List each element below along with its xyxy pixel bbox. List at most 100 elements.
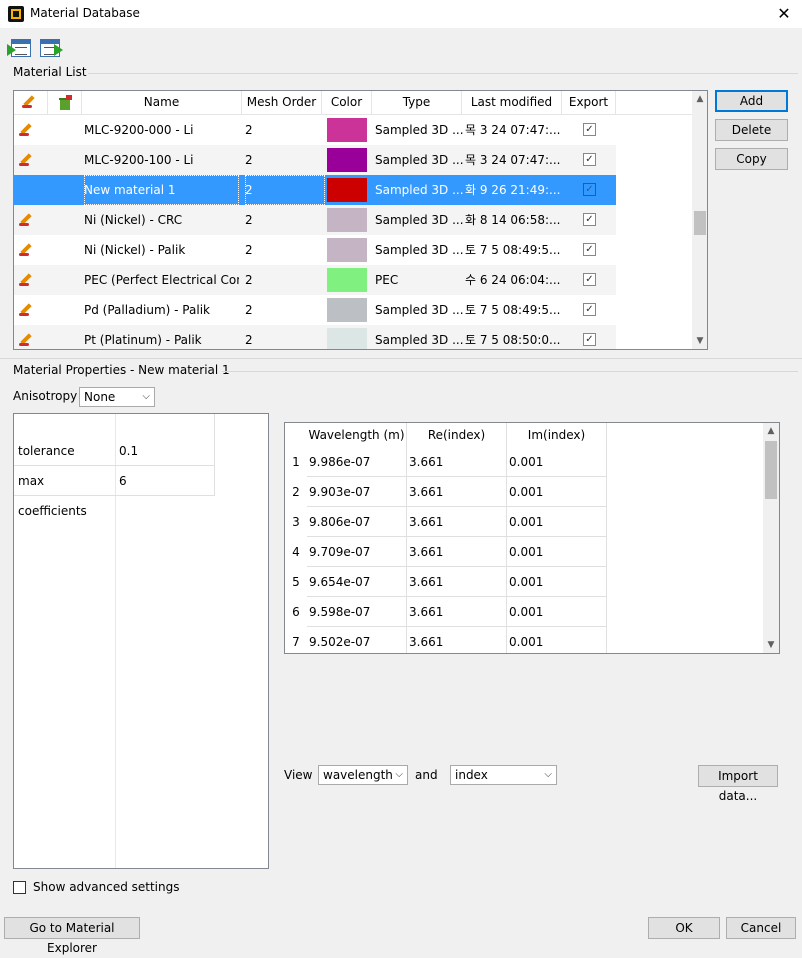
color-swatch[interactable] bbox=[327, 328, 367, 349]
table-row[interactable]: New material 1 2 Sampled 3D ... 화 9 26 21:4… bbox=[14, 175, 616, 205]
export-list-icon[interactable] bbox=[38, 36, 63, 60]
go-to-material-explorer-button[interactable]: Go to Material Explorer bbox=[4, 917, 140, 955]
wavelength-cell[interactable]: 9.654e-07 bbox=[307, 567, 407, 597]
mesh-order[interactable]: 2 bbox=[245, 205, 325, 235]
param-value-max-coefficients[interactable]: 6 bbox=[115, 466, 214, 496]
wavelength-cell[interactable]: 9.986e-07 bbox=[307, 447, 407, 477]
re-index-cell[interactable]: 3.661 bbox=[407, 507, 507, 537]
table-row[interactable]: Ni (Nickel) - Palik 2 Sampled 3D ... 토 7 5 … bbox=[14, 235, 616, 265]
pencil-icon[interactable] bbox=[19, 213, 33, 227]
im-index-cell[interactable]: 0.001 bbox=[507, 477, 607, 507]
im-index-cell[interactable]: 0.001 bbox=[507, 567, 607, 597]
view-y-select[interactable]: index ⌵ bbox=[450, 765, 557, 785]
mesh-order[interactable]: 2 bbox=[245, 175, 325, 205]
material-name[interactable]: Pt (Platinum) - Palik bbox=[84, 325, 239, 349]
im-index-cell[interactable]: 0.001 bbox=[507, 597, 607, 627]
pencil-icon[interactable] bbox=[19, 303, 33, 317]
material-name[interactable]: PEC (Perfect Electrical Con... bbox=[84, 265, 239, 295]
im-index-cell[interactable]: 0.001 bbox=[507, 537, 607, 567]
header-export[interactable]: Export bbox=[562, 91, 616, 115]
mesh-order[interactable]: 2 bbox=[245, 115, 325, 145]
sampled-data-table[interactable]: Wavelength (m) Re(index) Im(index) 1 9.98… bbox=[284, 422, 780, 654]
view-x-select[interactable]: wavelength ⌵ bbox=[318, 765, 408, 785]
header-last-modified[interactable]: Last modified bbox=[462, 91, 562, 115]
table-row[interactable]: Pt (Platinum) - Palik 2 Sampled 3D ... 토 7 … bbox=[14, 325, 616, 349]
re-index-cell[interactable]: 3.661 bbox=[407, 447, 507, 477]
material-name[interactable]: Pd (Palladium) - Palik bbox=[84, 295, 239, 325]
re-index-cell[interactable]: 3.661 bbox=[407, 627, 507, 653]
table-row[interactable]: MLC-9200-100 - Li 2 Sampled 3D ... 목 3 24 0… bbox=[14, 145, 616, 175]
table-row[interactable]: MLC-9200-000 - Li 2 Sampled 3D ... 목 3 24 0… bbox=[14, 115, 616, 145]
im-index-cell[interactable]: 0.001 bbox=[507, 507, 607, 537]
export-checkbox[interactable]: ✓ bbox=[583, 303, 596, 316]
table-row[interactable]: 6 9.598e-07 3.661 0.001 bbox=[285, 597, 607, 627]
material-name[interactable]: Ni (Nickel) - Palik bbox=[84, 235, 239, 265]
re-index-cell[interactable]: 3.661 bbox=[407, 477, 507, 507]
cancel-button[interactable]: Cancel bbox=[726, 917, 796, 939]
mesh-order[interactable]: 2 bbox=[245, 265, 325, 295]
header-re-index[interactable]: Re(index) bbox=[407, 423, 507, 447]
table-row[interactable]: Pd (Palladium) - Palik 2 Sampled 3D ... 토 7… bbox=[14, 295, 616, 325]
color-swatch[interactable] bbox=[327, 178, 367, 202]
color-swatch[interactable] bbox=[327, 268, 367, 292]
scroll-thumb[interactable] bbox=[694, 211, 706, 235]
header-color[interactable]: Color bbox=[322, 91, 372, 115]
im-index-cell[interactable]: 0.001 bbox=[507, 627, 607, 653]
export-checkbox[interactable]: ✓ bbox=[583, 333, 596, 346]
re-index-cell[interactable]: 3.661 bbox=[407, 597, 507, 627]
material-list[interactable]: Name Mesh Order Color Type Last modified… bbox=[13, 90, 708, 350]
scroll-thumb[interactable] bbox=[765, 441, 777, 499]
table-row[interactable]: 5 9.654e-07 3.661 0.001 bbox=[285, 567, 607, 597]
color-swatch[interactable] bbox=[327, 238, 367, 262]
scroll-down-icon[interactable]: ▼ bbox=[763, 637, 779, 653]
table-row[interactable]: 7 9.502e-07 3.661 0.001 bbox=[285, 627, 607, 653]
header-im-index[interactable]: Im(index) bbox=[507, 423, 607, 447]
close-button[interactable]: ✕ bbox=[766, 0, 802, 28]
export-checkbox[interactable]: ✓ bbox=[583, 123, 596, 136]
material-name[interactable]: MLC-9200-100 - Li bbox=[84, 145, 239, 175]
material-name[interactable]: New material 1 bbox=[84, 175, 239, 205]
export-checkbox[interactable]: ✓ bbox=[583, 213, 596, 226]
copy-button[interactable]: Copy bbox=[715, 148, 788, 170]
table-row[interactable]: Ni (Nickel) - CRC 2 Sampled 3D ... 화 8 14 0… bbox=[14, 205, 616, 235]
show-advanced-label[interactable]: Show advanced settings bbox=[33, 880, 180, 894]
mesh-order[interactable]: 2 bbox=[245, 235, 325, 265]
mesh-order[interactable]: 2 bbox=[245, 325, 325, 349]
re-index-cell[interactable]: 3.661 bbox=[407, 537, 507, 567]
table-row[interactable]: 3 9.806e-07 3.661 0.001 bbox=[285, 507, 607, 537]
wavelength-cell[interactable]: 9.709e-07 bbox=[307, 537, 407, 567]
wavelength-cell[interactable]: 9.598e-07 bbox=[307, 597, 407, 627]
re-index-cell[interactable]: 3.661 bbox=[407, 567, 507, 597]
pencil-icon[interactable] bbox=[19, 123, 33, 137]
color-swatch[interactable] bbox=[327, 208, 367, 232]
table-scrollbar[interactable]: ▲ ▼ bbox=[763, 423, 779, 653]
material-name[interactable]: Ni (Nickel) - CRC bbox=[84, 205, 239, 235]
header-mesh-order[interactable]: Mesh Order bbox=[242, 91, 322, 115]
pencil-icon[interactable] bbox=[19, 153, 33, 167]
table-row[interactable]: PEC (Perfect Electrical Con... 2 PEC 수 6 24… bbox=[14, 265, 616, 295]
param-value-tolerance[interactable]: 0.1 bbox=[115, 436, 214, 466]
scroll-down-icon[interactable]: ▼ bbox=[692, 333, 707, 349]
wavelength-cell[interactable]: 9.502e-07 bbox=[307, 627, 407, 653]
list-scrollbar[interactable]: ▲ ▼ bbox=[692, 91, 707, 349]
table-row[interactable]: 1 9.986e-07 3.661 0.001 bbox=[285, 447, 607, 477]
ok-button[interactable]: OK bbox=[648, 917, 720, 939]
add-button[interactable]: Add bbox=[715, 90, 788, 112]
scroll-up-icon[interactable]: ▲ bbox=[763, 423, 779, 439]
pencil-icon[interactable] bbox=[19, 243, 33, 257]
material-name[interactable]: MLC-9200-000 - Li bbox=[84, 115, 239, 145]
color-swatch[interactable] bbox=[327, 298, 367, 322]
header-type[interactable]: Type bbox=[372, 91, 462, 115]
delete-button[interactable]: Delete bbox=[715, 119, 788, 141]
pencil-icon[interactable] bbox=[19, 333, 33, 347]
pencil-icon[interactable] bbox=[19, 273, 33, 287]
mesh-order[interactable]: 2 bbox=[245, 145, 325, 175]
color-swatch[interactable] bbox=[327, 118, 367, 142]
table-row[interactable]: 2 9.903e-07 3.661 0.001 bbox=[285, 477, 607, 507]
export-checkbox[interactable]: ✓ bbox=[583, 273, 596, 286]
import-data-button[interactable]: Import data... bbox=[698, 765, 778, 803]
mesh-order[interactable]: 2 bbox=[245, 295, 325, 325]
anisotropy-select[interactable]: None ⌵ bbox=[79, 387, 155, 407]
scroll-up-icon[interactable]: ▲ bbox=[692, 91, 707, 107]
import-list-icon[interactable] bbox=[7, 36, 33, 60]
